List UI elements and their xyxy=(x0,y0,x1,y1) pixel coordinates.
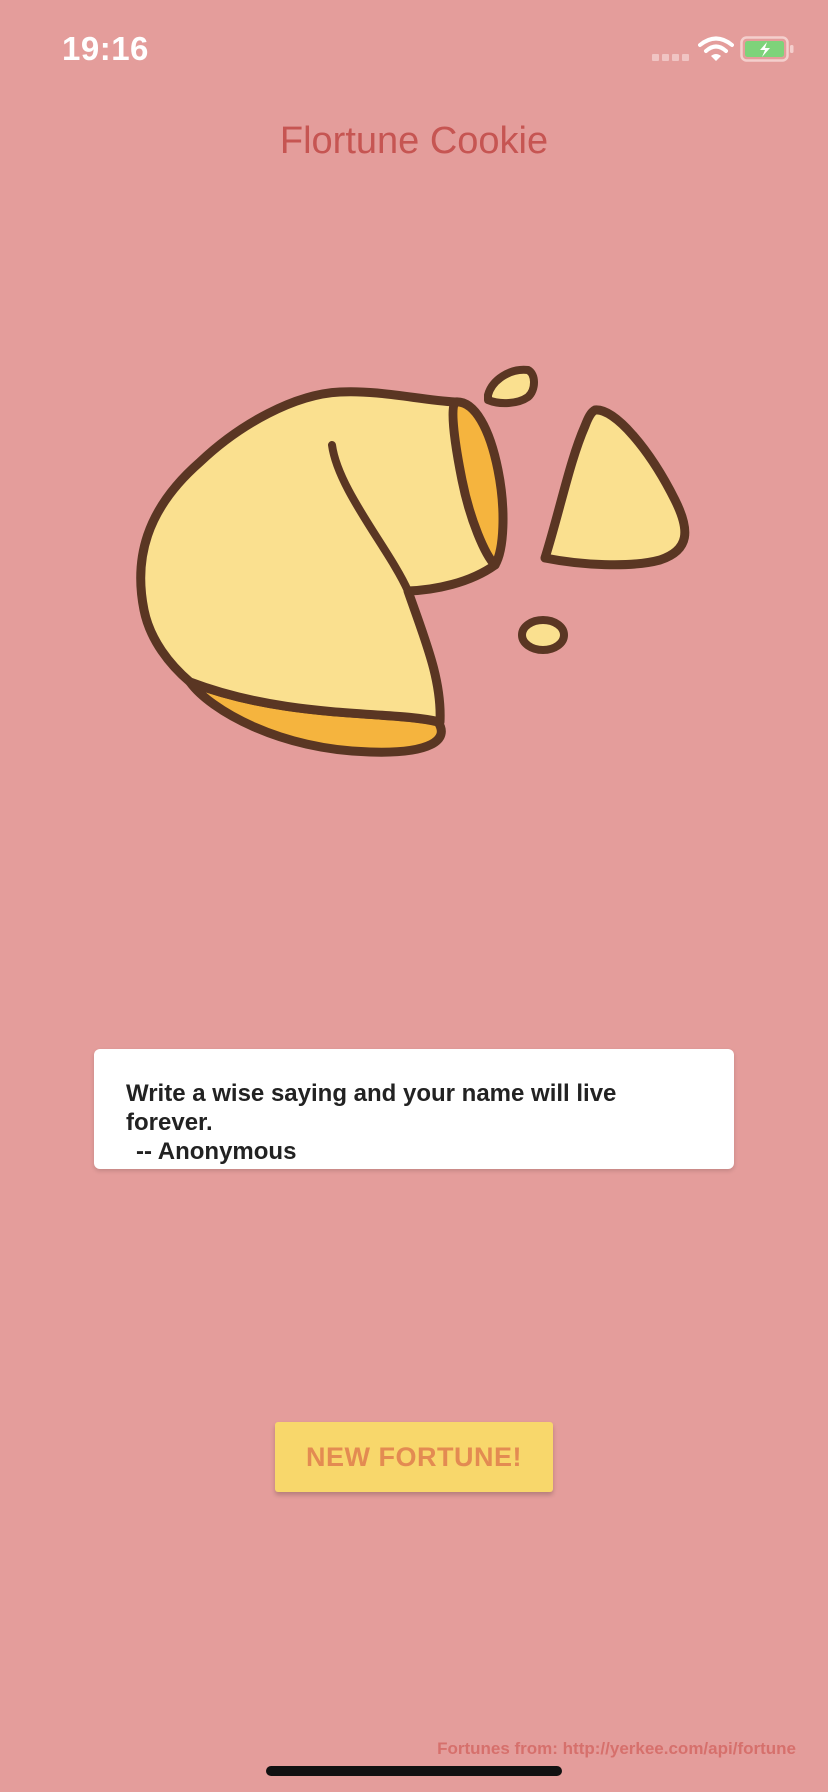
signal-icon xyxy=(652,54,689,61)
attribution-link[interactable]: Fortunes from: http://yerkee.com/api/for… xyxy=(437,1739,796,1759)
status-time: 19:16 xyxy=(62,30,149,67)
fortune-author: -- Anonymous xyxy=(136,1138,297,1165)
fortune-cookie-illustration xyxy=(136,365,690,757)
fortune-text: Write a wise saying and your name will l… xyxy=(126,1080,617,1136)
wifi-icon xyxy=(698,36,734,61)
battery-charging-icon xyxy=(740,36,794,62)
status-bar: 19:16 xyxy=(0,0,828,100)
new-fortune-button[interactable]: NEW FORTUNE! xyxy=(275,1422,553,1492)
fortune-card: Write a wise saying and your name will l… xyxy=(94,1049,734,1169)
app-title: Flortune Cookie xyxy=(279,120,549,162)
home-indicator[interactable] xyxy=(266,1766,562,1776)
